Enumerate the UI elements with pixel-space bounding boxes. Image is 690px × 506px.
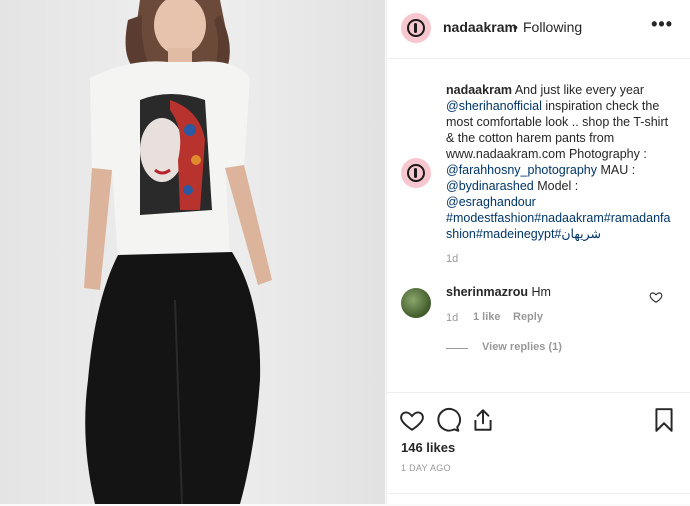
comment-bubble-icon[interactable]	[435, 407, 461, 433]
add-comment-area[interactable]	[387, 493, 690, 506]
caption-author-avatar[interactable]	[401, 158, 431, 188]
author-avatar[interactable]	[401, 13, 431, 43]
mention-link[interactable]: @sherihanofficial	[446, 99, 542, 113]
reply-button[interactable]: Reply	[513, 311, 543, 323]
likes-count[interactable]: 146 likes	[401, 440, 455, 455]
post-header: nadaakram • Following •••	[387, 0, 690, 59]
caption-text: And just like every year	[514, 83, 645, 97]
caption-username[interactable]: nadaakram	[446, 83, 512, 97]
caption-age[interactable]: 1d	[446, 253, 458, 265]
comment-likes[interactable]: 1 like	[473, 311, 501, 323]
post-details-panel: nadaakram • Following ••• nadaakram And …	[386, 0, 690, 504]
author-username[interactable]: nadaakram	[443, 19, 517, 35]
comment-text: Hm	[531, 285, 551, 299]
post-actions: 146 likes 1 DAY AGO	[387, 392, 690, 505]
comment-age[interactable]: 1d	[446, 312, 458, 324]
more-options-icon[interactable]: •••	[651, 14, 673, 35]
comment-like-heart-icon[interactable]	[649, 290, 663, 304]
post-photo[interactable]	[0, 0, 385, 504]
model-photo-illustration	[0, 0, 385, 504]
mention-link[interactable]: @farahhosny_photography	[446, 163, 597, 177]
share-icon[interactable]	[470, 407, 496, 433]
hashtag-links[interactable]: #modestfashion#nadaakram#ramadanfashion#…	[446, 211, 670, 241]
caption-text: MAU :	[600, 163, 636, 177]
commenter-avatar[interactable]	[401, 288, 431, 318]
post-age[interactable]: 1 DAY AGO	[401, 463, 451, 473]
header-separator: •	[513, 19, 518, 35]
save-bookmark-icon[interactable]	[651, 407, 677, 433]
like-heart-icon[interactable]	[399, 407, 425, 433]
mention-link[interactable]: @bydinarashed	[446, 179, 534, 193]
view-replies-button[interactable]: View replies (1)	[482, 341, 562, 353]
comment-username[interactable]: sherinmazrou	[446, 285, 528, 299]
comment: sherinmazrou Hm	[446, 285, 551, 299]
caption-text: Model :	[537, 179, 579, 193]
following-button[interactable]: Following	[523, 19, 582, 35]
replies-divider	[446, 348, 468, 349]
mention-link[interactable]: @esraghandour	[446, 195, 536, 209]
post-caption: nadaakram And just like every year @sher…	[446, 82, 671, 242]
